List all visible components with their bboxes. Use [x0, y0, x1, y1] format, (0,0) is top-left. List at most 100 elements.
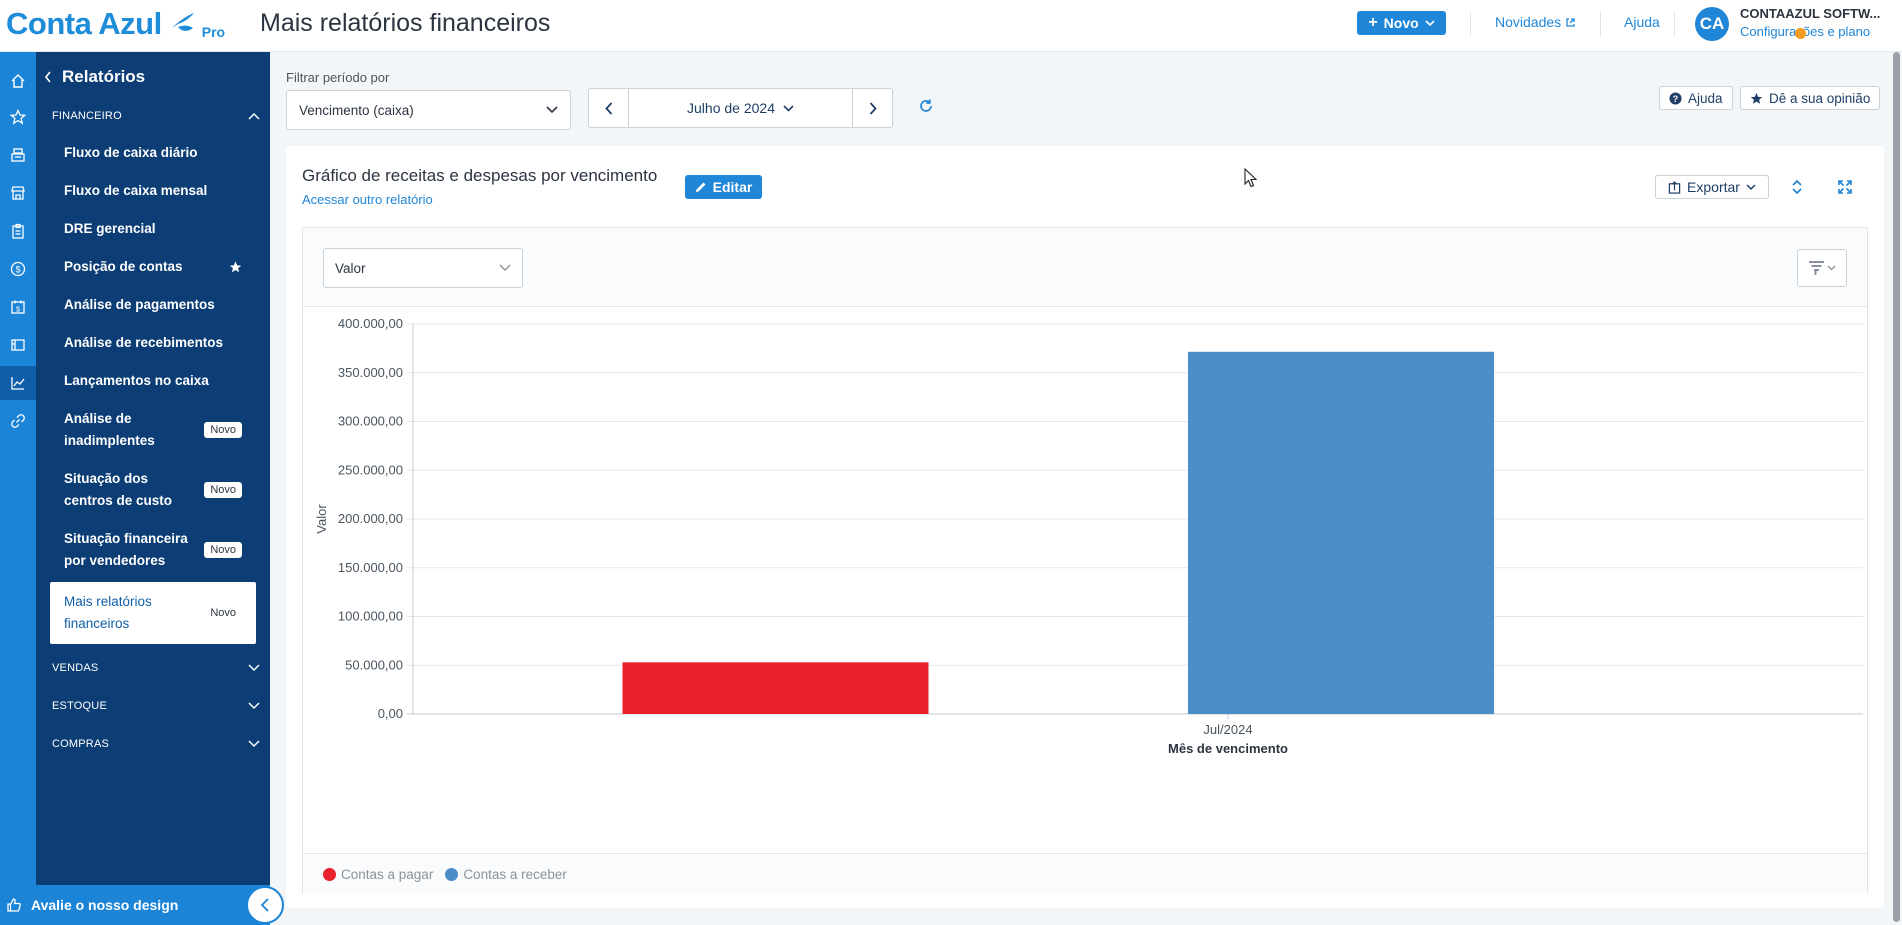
notification-dot: [1795, 28, 1806, 39]
sidebar-item-label: Análise de recebimentos: [64, 335, 224, 350]
export-button[interactable]: Exportar: [1655, 175, 1769, 199]
edit-button-label: Editar: [712, 179, 753, 195]
sidebar-item-analise-recebimentos[interactable]: Análise de recebimentos: [50, 332, 256, 354]
bar-contas-a-receber[interactable]: [1188, 351, 1494, 714]
y-tick-label: 0,00: [378, 706, 403, 721]
company-name[interactable]: CONTAAZUL SOFTW...: [1740, 6, 1880, 21]
section-vendas-label: VENDAS: [52, 662, 99, 674]
help-button[interactable]: ? Ajuda: [1659, 86, 1733, 110]
receipt-icon[interactable]: [0, 328, 36, 362]
legend-item-contas-pagar[interactable]: Contas a pagar: [323, 867, 433, 882]
sidebar: Relatórios FINANCEIRO Fluxo de caixa diá…: [36, 52, 270, 925]
chart-line-icon[interactable]: [0, 366, 36, 400]
avatar[interactable]: CA: [1695, 7, 1729, 41]
feedback-button-label: Dê a sua opinião: [1769, 90, 1871, 106]
sidebar-item-label: Posição de contas: [64, 259, 183, 274]
y-tick-label: 400.000,00: [338, 316, 403, 331]
calendar-money-icon[interactable]: $: [0, 290, 36, 324]
brand-logo[interactable]: Conta Azul Pro: [6, 6, 225, 42]
next-month-button[interactable]: [852, 89, 892, 127]
chevron-down-icon: [499, 264, 511, 271]
question-icon: ?: [1669, 91, 1682, 105]
month-navigator: Julho de 2024: [588, 88, 893, 128]
sidebar-item-lancamentos-caixa[interactable]: Lançamentos no caixa: [50, 370, 256, 392]
metric-select[interactable]: Valor: [323, 248, 523, 288]
star-icon: [1750, 92, 1763, 104]
rate-design-button[interactable]: Avalie o nosso design: [0, 885, 270, 925]
sidebar-item-vendedores[interactable]: Situação financeira por vendedores Novo: [50, 528, 256, 572]
sidebar-item-fluxo-diario[interactable]: Fluxo de caixa diário: [50, 142, 256, 164]
y-tick-label: 200.000,00: [338, 511, 403, 526]
previous-month-button[interactable]: [589, 89, 629, 127]
chevron-down-icon: [1746, 183, 1756, 190]
sidebar-item-mais-relatorios[interactable]: Mais relatórios financeiros Novo: [50, 582, 256, 644]
chevron-down-icon: [783, 104, 794, 112]
y-tick-label: 350.000,00: [338, 365, 403, 380]
month-picker[interactable]: Julho de 2024: [629, 89, 852, 127]
dollar-icon[interactable]: $: [0, 252, 36, 286]
sidebar-item-posicao-contas[interactable]: Posição de contas: [50, 256, 256, 278]
edit-button[interactable]: Editar: [685, 175, 762, 199]
period-type-select[interactable]: Vencimento (caixa): [286, 90, 571, 130]
sidebar-item-label: DRE gerencial: [64, 221, 156, 236]
sidebar-item-fluxo-mensal[interactable]: Fluxo de caixa mensal: [50, 180, 256, 202]
new-button-label: Novo: [1383, 15, 1419, 31]
x-axis-label: Mês de vencimento: [1168, 741, 1288, 756]
brand-name: Conta Azul: [6, 6, 162, 41]
export-button-label: Exportar: [1687, 179, 1740, 195]
chevron-left-icon: [260, 898, 269, 912]
header-divider: [1470, 12, 1471, 36]
home-icon[interactable]: [0, 64, 36, 98]
news-link[interactable]: Novidades: [1495, 14, 1576, 30]
feedback-button[interactable]: Dê a sua opinião: [1740, 86, 1881, 110]
x-tick-label: Jul/2024: [1203, 722, 1252, 737]
bar-contas-a-pagar[interactable]: [622, 662, 929, 714]
chevron-down-icon: [248, 740, 260, 748]
y-tick-label: 250.000,00: [338, 462, 403, 477]
section-compras[interactable]: COMPRAS: [52, 738, 260, 750]
news-link-label: Novidades: [1495, 14, 1562, 30]
new-button[interactable]: + Novo: [1357, 11, 1446, 35]
help-link[interactable]: Ajuda: [1624, 14, 1660, 30]
header-divider: [1600, 12, 1601, 36]
section-financeiro[interactable]: FINANCEIRO: [52, 110, 260, 122]
register-icon[interactable]: [0, 138, 36, 172]
favorite-star-icon[interactable]: [229, 261, 242, 274]
chevron-down-icon: [546, 106, 558, 114]
svg-text:?: ?: [1673, 93, 1679, 103]
store-icon[interactable]: [0, 176, 36, 210]
star-icon[interactable]: [0, 100, 36, 134]
legend-item-contas-receber[interactable]: Contas a receber: [445, 867, 567, 882]
report-title: Gráfico de receitas e despesas por venci…: [302, 166, 658, 185]
expand-collapse-icon[interactable]: [1785, 175, 1809, 199]
chevron-down-icon: [1827, 265, 1836, 271]
refresh-icon[interactable]: [918, 98, 934, 119]
sidebar-item-inadimplentes[interactable]: Análise de inadimplentes Novo: [50, 408, 256, 452]
thumbs-up-icon: [7, 898, 21, 912]
new-badge: Novo: [204, 482, 242, 498]
page-title: Mais relatórios financeiros: [260, 9, 551, 37]
link-icon[interactable]: [0, 404, 36, 438]
sidebar-back[interactable]: Relatórios: [44, 67, 145, 87]
legend-dot: [323, 867, 336, 881]
y-tick-label: 50.000,00: [345, 657, 403, 672]
clipboard-icon[interactable]: [0, 214, 36, 248]
svg-text:$: $: [15, 265, 20, 275]
icon-rail: $ $: [0, 52, 36, 925]
legend-dot: [445, 867, 459, 881]
scrollbar-thumb[interactable]: [1893, 52, 1900, 922]
sidebar-item-dre[interactable]: DRE gerencial: [50, 218, 256, 240]
sidebar-item-analise-pagamentos[interactable]: Análise de pagamentos: [50, 294, 256, 316]
y-axis-label: Valor: [314, 504, 329, 534]
collapse-sidebar-button[interactable]: [246, 886, 284, 924]
chart-filter-button[interactable]: [1797, 249, 1847, 287]
other-report-link[interactable]: Acessar outro relatório: [302, 192, 433, 207]
fullscreen-icon[interactable]: [1833, 175, 1857, 199]
chart-panel: Valor 0,00 50.000,00 100.000,00 150.000,00 2…: [302, 227, 1868, 894]
sidebar-item-label: Situação financeira por vendedores: [64, 531, 188, 568]
metric-select-value: Valor: [335, 260, 366, 276]
sidebar-item-centros-custo[interactable]: Situação dos centros de custo Novo: [50, 468, 256, 512]
section-estoque[interactable]: ESTOQUE: [52, 700, 260, 712]
section-vendas[interactable]: VENDAS: [52, 662, 260, 674]
sidebar-item-label: Mais relatórios financeiros: [64, 594, 152, 631]
